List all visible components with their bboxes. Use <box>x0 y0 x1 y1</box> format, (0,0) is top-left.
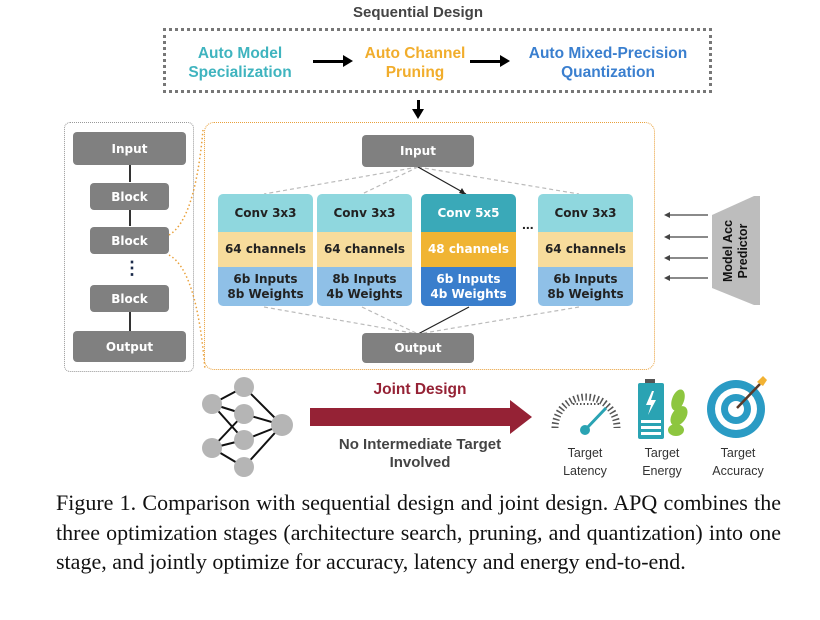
stage-quantization: Auto Mixed-Precision Quantization <box>508 44 708 82</box>
network-block: Block <box>90 183 169 210</box>
target-icon <box>707 376 767 438</box>
stage-model-specialization: Auto Model Specialization <box>170 44 310 82</box>
stage-line: Auto Mixed-Precision <box>528 45 688 62</box>
quant-bits: 6b Inputs 8b Weights <box>218 267 313 306</box>
op-column: Conv 3x3 64 channels 8b Inputs 4b Weight… <box>317 194 412 306</box>
connector <box>129 210 131 226</box>
network-block: Block <box>90 285 169 312</box>
subtitle-line: Involved <box>389 454 451 471</box>
weight-bits: 4b Weights <box>430 286 507 301</box>
stage-line: Specialization <box>188 64 292 81</box>
predictor-label: Model Acc <box>721 219 735 282</box>
battery-leaf-icon <box>638 379 688 439</box>
stage-channel-pruning: Auto Channel Pruning <box>350 44 480 82</box>
channel-count: 64 channels <box>317 232 412 267</box>
label-line: Accuracy <box>712 464 764 478</box>
down-arrow <box>412 100 424 119</box>
conv-op: Conv 3x3 <box>218 194 313 232</box>
weight-bits: 8b Weights <box>227 286 304 301</box>
predictor-arrows <box>664 212 708 281</box>
input-bits: 6b Inputs <box>233 271 298 286</box>
stage-line: Auto Channel <box>364 45 466 62</box>
predictor-label: Predictor <box>736 223 750 278</box>
speedometer-icon <box>551 393 621 435</box>
connector <box>129 165 131 182</box>
joint-design-subtitle: No Intermediate Target Involved <box>300 436 540 472</box>
connector <box>129 312 131 331</box>
channel-count: 64 channels <box>218 232 313 267</box>
stage-line: Pruning <box>385 64 445 81</box>
joint-design-title: Joint Design <box>373 381 467 398</box>
input-bits: 8b Inputs <box>332 271 397 286</box>
label-line: Target <box>644 446 680 460</box>
model-acc-predictor: Model Acc Predictor <box>712 193 760 308</box>
figure-caption: Figure 1. Comparison with sequential des… <box>56 490 781 574</box>
weight-bits: 8b Weights <box>547 286 624 301</box>
input-bits: 6b Inputs <box>553 271 618 286</box>
label-line: Target <box>720 446 756 460</box>
stage-arrow-2 <box>470 55 510 67</box>
sequential-design-title: Sequential Design <box>352 4 484 21</box>
block-input: Input <box>362 135 474 167</box>
stage-line: Quantization <box>561 64 655 81</box>
joint-design-arrow <box>310 400 532 434</box>
input-bits: 6b Inputs <box>436 271 501 286</box>
op-column: Conv 3x3 64 channels 6b Inputs 8b Weight… <box>218 194 313 306</box>
ellipsis: ... <box>522 216 534 232</box>
conv-op: Conv 3x3 <box>538 194 633 232</box>
label-line: Energy <box>642 464 682 478</box>
op-column-selected: Conv 5x5 48 channels 6b Inputs 4b Weight… <box>421 194 516 306</box>
target-energy-label: Target Energy <box>622 444 702 480</box>
ellipsis-vertical: ⋮ <box>123 258 141 278</box>
channel-count: 48 channels <box>421 232 516 267</box>
network-block-expanded: Block <box>90 227 169 254</box>
quant-bits: 6b Inputs 8b Weights <box>538 267 633 306</box>
block-output: Output <box>362 333 474 363</box>
conv-op: Conv 5x5 <box>421 194 516 232</box>
stage-arrow-1 <box>313 55 353 67</box>
quant-bits: 6b Inputs 4b Weights <box>421 267 516 306</box>
target-accuracy-label: Target Accuracy <box>698 444 778 480</box>
subtitle-line: No Intermediate Target <box>338 436 502 453</box>
weight-bits: 4b Weights <box>326 286 403 301</box>
neural-network-icon <box>202 377 293 477</box>
channel-count: 64 channels <box>538 232 633 267</box>
label-line: Target <box>567 446 603 460</box>
target-latency-label: Target Latency <box>545 444 625 480</box>
stage-line: Auto Model <box>197 45 283 62</box>
quant-bits: 8b Inputs 4b Weights <box>317 267 412 306</box>
label-line: Latency <box>563 464 607 478</box>
op-column: Conv 3x3 64 channels 6b Inputs 8b Weight… <box>538 194 633 306</box>
conv-op: Conv 3x3 <box>317 194 412 232</box>
